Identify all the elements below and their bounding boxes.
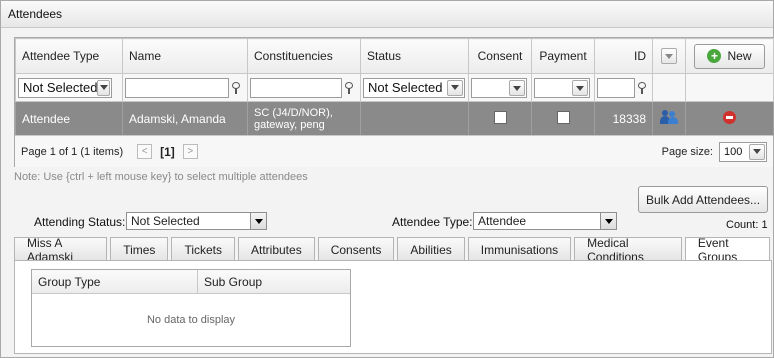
cell-id: 18338 (594, 101, 653, 136)
attendees-table: Attendee Type Name Constituencies Status… (15, 38, 774, 136)
filter-icon[interactable] (232, 81, 240, 94)
pager-summary: Page 1 of 1 (1 items) (21, 145, 124, 158)
tab-attributes[interactable]: Attributes (238, 237, 315, 261)
chevron-down-icon (250, 213, 266, 229)
page-size-label: Page size: (661, 145, 713, 158)
cell-attendee-type: Attendee (15, 101, 123, 136)
attendees-grid: Attendee Type Name Constituencies Status… (14, 37, 774, 167)
new-button-label: New (727, 49, 752, 63)
tab-medical-conditions[interactable]: Medical Conditions (574, 236, 682, 264)
cell-status (360, 101, 469, 136)
prev-page-button[interactable]: < (137, 144, 153, 159)
tab-immunisations[interactable]: Immunisations (467, 237, 572, 261)
page-size-select[interactable]: 100 (719, 141, 767, 162)
tab-abilities[interactable]: Abilities (397, 237, 465, 261)
col-payment[interactable]: Payment (531, 38, 595, 74)
attendees-panel: Attendees Attendee Type Name Constituenc… (0, 0, 774, 358)
count-label: Count: 1 (726, 219, 768, 231)
detail-tabs: Miss A Adamski Times Tickets Attributes … (14, 236, 773, 264)
chevron-down-icon[interactable] (661, 48, 677, 64)
tab-tickets[interactable]: Tickets (171, 237, 235, 261)
col-constituencies[interactable]: Constituencies (247, 38, 361, 74)
col-consent[interactable]: Consent (468, 38, 532, 74)
tab-event-groups[interactable]: Event Groups (684, 236, 770, 264)
filter-icon[interactable] (638, 81, 646, 94)
col-status[interactable]: Status (360, 38, 469, 74)
current-page[interactable]: [1] (160, 145, 175, 159)
consent-filter[interactable] (471, 78, 527, 98)
payment-filter[interactable] (534, 78, 590, 98)
filter-icon[interactable] (345, 81, 353, 94)
col-id[interactable]: ID (594, 38, 653, 74)
tab-person[interactable]: Miss A Adamski (14, 236, 108, 264)
bulk-add-attendees-button[interactable]: Bulk Add Attendees... (638, 186, 768, 213)
col-sub-group[interactable]: Sub Group (198, 270, 350, 293)
plus-icon: + (707, 49, 722, 63)
status-filter[interactable]: Not Selected (363, 77, 465, 98)
attending-status-select[interactable]: Not Selected (126, 212, 267, 230)
attending-status-label: Attending Status: (34, 215, 126, 229)
chevron-down-icon (509, 80, 525, 96)
col-name[interactable]: Name (122, 38, 248, 74)
payment-checkbox[interactable] (556, 110, 570, 124)
attendee-type-filter[interactable]: Not Selected (18, 77, 112, 98)
attendee-type-select[interactable]: Attendee (473, 212, 617, 230)
people-icon[interactable] (660, 110, 678, 124)
event-groups-panel: Group Type Sub Group No data to display (14, 260, 772, 354)
multi-select-note: Note: Use {ctrl + left mouse key} to sel… (14, 171, 308, 183)
chevron-down-icon (749, 143, 765, 160)
pager: Page 1 of 1 (1 items) < [1] > Page size:… (15, 135, 773, 167)
id-filter-input[interactable] (597, 77, 635, 98)
constituencies-filter-input[interactable] (250, 77, 342, 98)
event-groups-grid: Group Type Sub Group No data to display (31, 269, 351, 347)
tab-times[interactable]: Times (110, 237, 169, 261)
name-filter-input[interactable] (125, 77, 229, 98)
chevron-down-icon (447, 79, 463, 96)
attendee-type-label: Attendee Type: (392, 215, 473, 229)
chevron-down-icon (572, 80, 588, 96)
new-button[interactable]: + New (694, 43, 765, 69)
chevron-down-icon (97, 79, 110, 96)
empty-message: No data to display (146, 314, 236, 326)
column-chooser[interactable] (652, 38, 686, 74)
panel-title: Attendees (1, 1, 773, 28)
cell-constituencies: SC (J4/D/NOR), gateway, peng (247, 101, 361, 136)
tab-consents[interactable]: Consents (317, 237, 395, 261)
chevron-down-icon (600, 213, 616, 229)
table-row[interactable]: Attendee Adamski, Amanda SC (J4/D/NOR), … (15, 101, 774, 136)
col-attendee-type[interactable]: Attendee Type (15, 38, 123, 74)
next-page-button[interactable]: > (182, 144, 198, 159)
consent-checkbox[interactable] (493, 110, 507, 124)
cell-name: Adamski, Amanda (122, 101, 248, 136)
col-group-type[interactable]: Group Type (32, 270, 198, 293)
remove-icon[interactable] (723, 110, 736, 124)
